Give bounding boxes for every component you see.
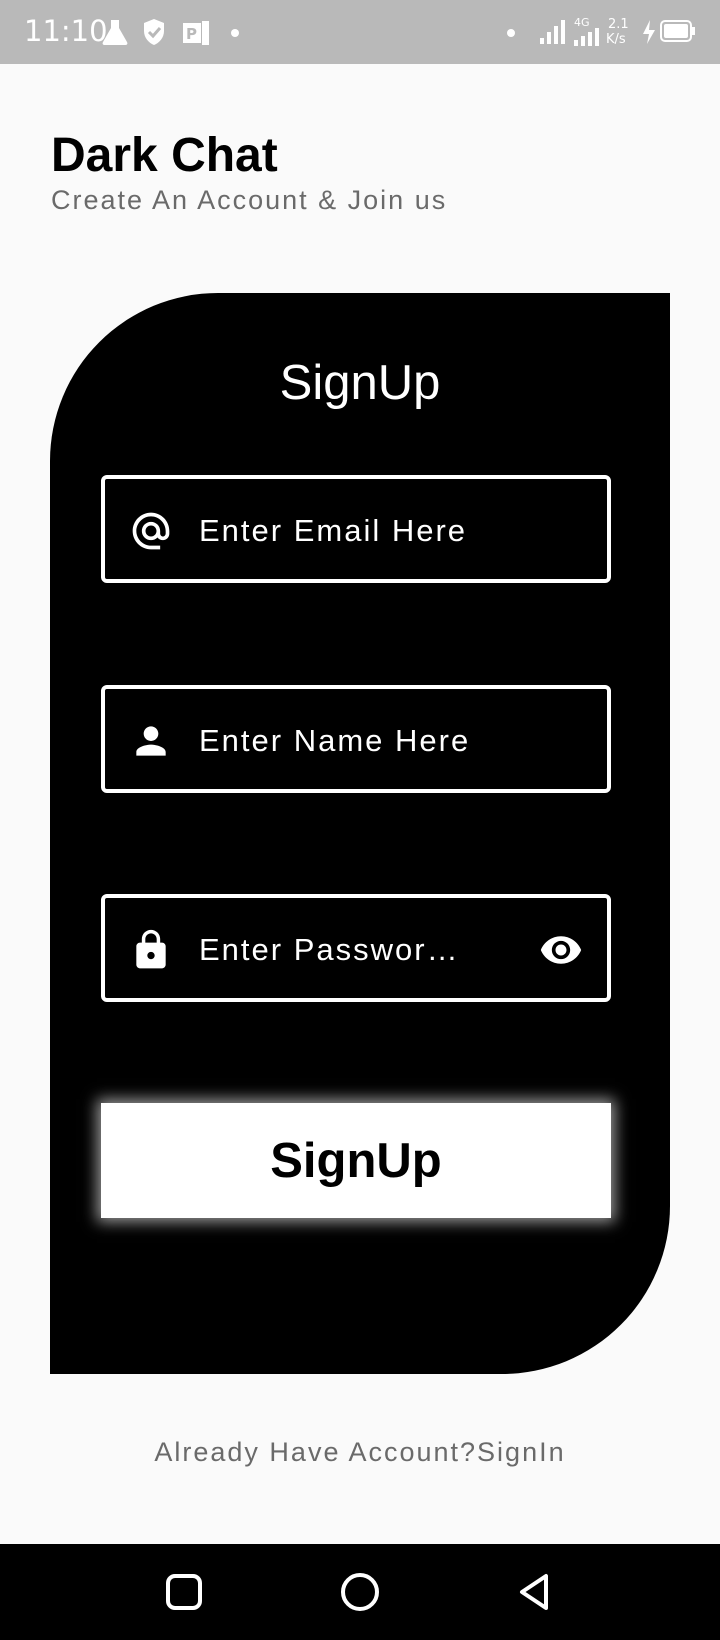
signal-icon <box>540 20 565 44</box>
signup-card: SignUp Enter Email Here Enter Name Here … <box>50 293 670 1374</box>
app-title: Dark Chat <box>51 129 278 182</box>
password-placeholder: Enter Passwor… <box>199 932 460 967</box>
back-icon[interactable] <box>514 1570 558 1614</box>
email-placeholder: Enter Email Here <box>199 513 468 548</box>
status-bar: 11:10 P 4G 2.1 K/s <box>0 0 720 64</box>
svg-text:P: P <box>186 25 197 43</box>
email-field[interactable]: Enter Email Here <box>101 475 611 583</box>
navigation-bar <box>0 1544 720 1640</box>
home-icon[interactable] <box>338 1570 382 1614</box>
signin-link[interactable]: Already Have Account?SignIn <box>0 1437 720 1468</box>
form-title: SignUp <box>279 356 441 410</box>
app-subtitle: Create An Account & Join us <box>51 185 448 215</box>
name-placeholder: Enter Name Here <box>199 723 471 758</box>
notification-dot-icon <box>231 29 239 37</box>
battery-icon <box>660 20 695 42</box>
charging-icon <box>643 20 655 44</box>
signal-icon <box>574 28 599 46</box>
lock-icon <box>136 929 166 969</box>
dot-icon <box>507 29 515 37</box>
password-field[interactable]: Enter Passwor… <box>101 894 611 1002</box>
parking-icon: P <box>183 21 209 45</box>
recents-icon[interactable] <box>162 1570 206 1614</box>
status-time: 11:10 <box>24 14 108 48</box>
person-icon <box>136 726 166 756</box>
network-speed-unit: K/s <box>606 32 626 47</box>
name-field[interactable]: Enter Name Here <box>101 685 611 793</box>
eye-icon[interactable] <box>537 928 585 972</box>
shield-icon <box>144 19 164 45</box>
signup-button[interactable]: SignUp <box>101 1103 611 1218</box>
at-icon <box>132 512 170 550</box>
network-speed-value: 2.1 <box>608 17 629 32</box>
flask-icon <box>102 20 128 45</box>
